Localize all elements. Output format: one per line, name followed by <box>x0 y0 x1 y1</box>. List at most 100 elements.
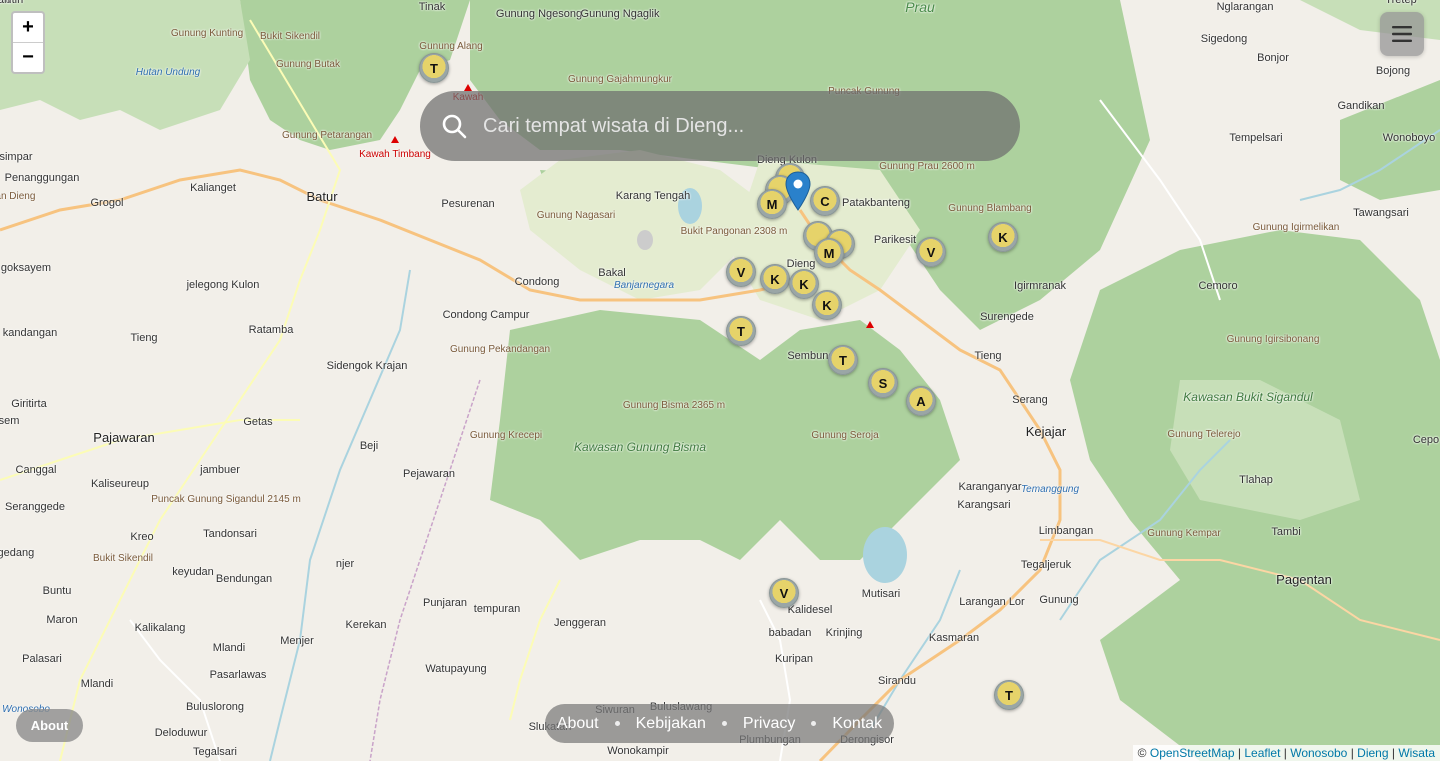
poi-marker[interactable]: K <box>988 222 1018 252</box>
separator-dot <box>811 721 817 726</box>
map-place-label: Nglarangan <box>1216 1 1274 13</box>
map-place-label: Canggal <box>15 464 57 476</box>
poi-marker[interactable]: T <box>994 680 1024 710</box>
map-place-label: goksayem <box>0 262 52 274</box>
search-input[interactable] <box>481 113 985 139</box>
attribution-link-osm[interactable]: OpenStreetMap <box>1150 746 1235 760</box>
poi-marker[interactable]: T <box>726 316 756 346</box>
map-place-label: Batur <box>306 189 338 204</box>
poi-marker[interactable]: V <box>769 578 799 608</box>
attribution-link-wisata[interactable]: Wisata <box>1398 746 1435 760</box>
poi-marker[interactable]: C <box>810 186 840 216</box>
map-place-label: Palasari <box>22 653 62 665</box>
map-place-label: Kawasan Gunung Bisma <box>573 440 707 454</box>
map-place-label: Sigedang <box>0 547 35 559</box>
map-place-label: Karanganyar <box>958 481 1022 493</box>
map-place-label: Hutan Undung <box>135 67 201 78</box>
zoom-control: + − <box>11 11 45 74</box>
map-place-label: Ratamba <box>248 324 294 336</box>
map-place-label: Bukit Sikendil <box>92 553 154 564</box>
map-place-label: Tandonsari <box>203 528 257 540</box>
map-place-label: tempuran <box>473 603 521 615</box>
map-place-label: Bukit Pangonan 2308 m <box>680 226 788 237</box>
map-place-label: Kaliseureup <box>90 478 150 490</box>
map-place-label: Parikesit <box>873 234 917 246</box>
footer-link-kontak[interactable]: Kontak <box>832 715 882 733</box>
location-pin-icon[interactable] <box>785 171 811 211</box>
map-place-label: Jalan Dieng <box>0 191 36 202</box>
map-place-label: Gunung Igirmelikan <box>1252 222 1340 233</box>
map-place-label: Kalianget <box>190 182 236 194</box>
attribution-link-leaflet[interactable]: Leaflet <box>1244 746 1280 760</box>
footer-link-kebijakan[interactable]: Kebijakan <box>636 715 706 733</box>
map-place-label: Prau <box>905 0 935 15</box>
map-place-label: Gunung Seroja <box>811 430 879 441</box>
map-place-label: Karangsari <box>957 499 1011 511</box>
search-icon[interactable] <box>441 113 467 139</box>
map-place-label: Surengede <box>980 311 1034 323</box>
map-place-label: Karang Tengah <box>615 190 691 202</box>
footer-link-about[interactable]: About <box>557 715 599 733</box>
poi-marker[interactable]: V <box>726 257 756 287</box>
map-place-label: Gunung Kempar <box>1147 528 1221 539</box>
map-place-label: Cepo <box>1412 434 1440 446</box>
map-place-label: Mlandi <box>212 642 246 654</box>
zoom-in-button[interactable]: + <box>13 13 43 42</box>
footer-nav: About Kebijakan Privacy Kontak <box>545 704 894 743</box>
map-place-label: Maron <box>46 614 78 626</box>
map-place-label: Gunung Bisma 2365 m <box>622 400 726 411</box>
map-place-label: Bonjor <box>1257 52 1289 64</box>
poi-marker[interactable]: M <box>757 189 787 219</box>
map-place-label: Pajawaran <box>93 430 155 445</box>
map-place-label: Gunung <box>1039 594 1079 606</box>
footer-link-privacy[interactable]: Privacy <box>743 715 795 733</box>
map-attribution: © OpenStreetMap | Leaflet | Wonosobo | D… <box>1132 745 1440 761</box>
map-place-label: Gandikan <box>1337 100 1385 112</box>
poi-marker[interactable]: V <box>916 237 946 267</box>
map-place-label: Sigedong <box>1200 33 1248 45</box>
poi-marker[interactable]: T <box>828 345 858 375</box>
poi-marker[interactable]: A <box>906 386 936 416</box>
poi-marker[interactable]: T <box>419 53 449 83</box>
map-place-label: Seranggede <box>5 501 65 513</box>
separator-dot <box>721 721 727 726</box>
map-place-label: Serang <box>1012 394 1048 406</box>
map-place-label: Getas <box>243 416 273 428</box>
map-place-label: Kuripan <box>775 653 813 665</box>
map-place-label: Igirmranak <box>1014 280 1066 292</box>
map-place-label: Kejajar <box>1025 424 1067 439</box>
attribution-prefix: © <box>1137 746 1147 760</box>
map-place-label: Pasarlawas <box>209 669 267 681</box>
search-bar <box>420 91 1020 161</box>
hamburger-icon <box>1392 26 1412 42</box>
map-place-label: Beji <box>359 440 379 452</box>
map-place-label: Mutisari <box>861 588 901 600</box>
map-place-label: Watupayung <box>425 663 487 675</box>
map-place-label: njer <box>335 558 355 570</box>
attribution-link-wonosobo[interactable]: Wonosobo <box>1290 746 1347 760</box>
poi-marker[interactable]: S <box>868 368 898 398</box>
map-place-label: Patakbanteng <box>842 197 910 209</box>
map-place-label: kandangan <box>2 327 58 339</box>
map-place-label: keyudan <box>172 566 214 578</box>
map-place-label: Tempelsari <box>1229 132 1283 144</box>
map-place-label: Tieng <box>974 350 1002 362</box>
map-place-label: Sirandu <box>878 675 916 687</box>
map-place-label: Kreo <box>130 531 154 543</box>
zoom-out-button[interactable]: − <box>13 42 43 72</box>
poi-marker[interactable]: K <box>812 290 842 320</box>
poi-marker[interactable]: K <box>760 264 790 294</box>
map-place-label: Larangan Lor <box>959 596 1025 608</box>
menu-button[interactable] <box>1380 12 1424 56</box>
map-place-label: Deloduwur <box>154 727 208 739</box>
poi-marker[interactable]: M <box>814 238 844 268</box>
map-place-label: Kerekan <box>345 619 387 631</box>
map-place-label: Puncak Gunung Sigandul 2145 m <box>151 494 301 505</box>
map-place-label: Gunung Gajahmungkur <box>568 74 672 85</box>
map-place-label: Grogol <box>90 197 124 209</box>
map-place-label: Giritirta <box>11 398 47 410</box>
map-place-label: Gunung Prau 2600 m <box>879 161 975 172</box>
about-button[interactable]: About <box>16 709 83 742</box>
map-place-label: Sidengok Krajan <box>326 360 408 372</box>
attribution-link-dieng[interactable]: Dieng <box>1357 746 1388 760</box>
